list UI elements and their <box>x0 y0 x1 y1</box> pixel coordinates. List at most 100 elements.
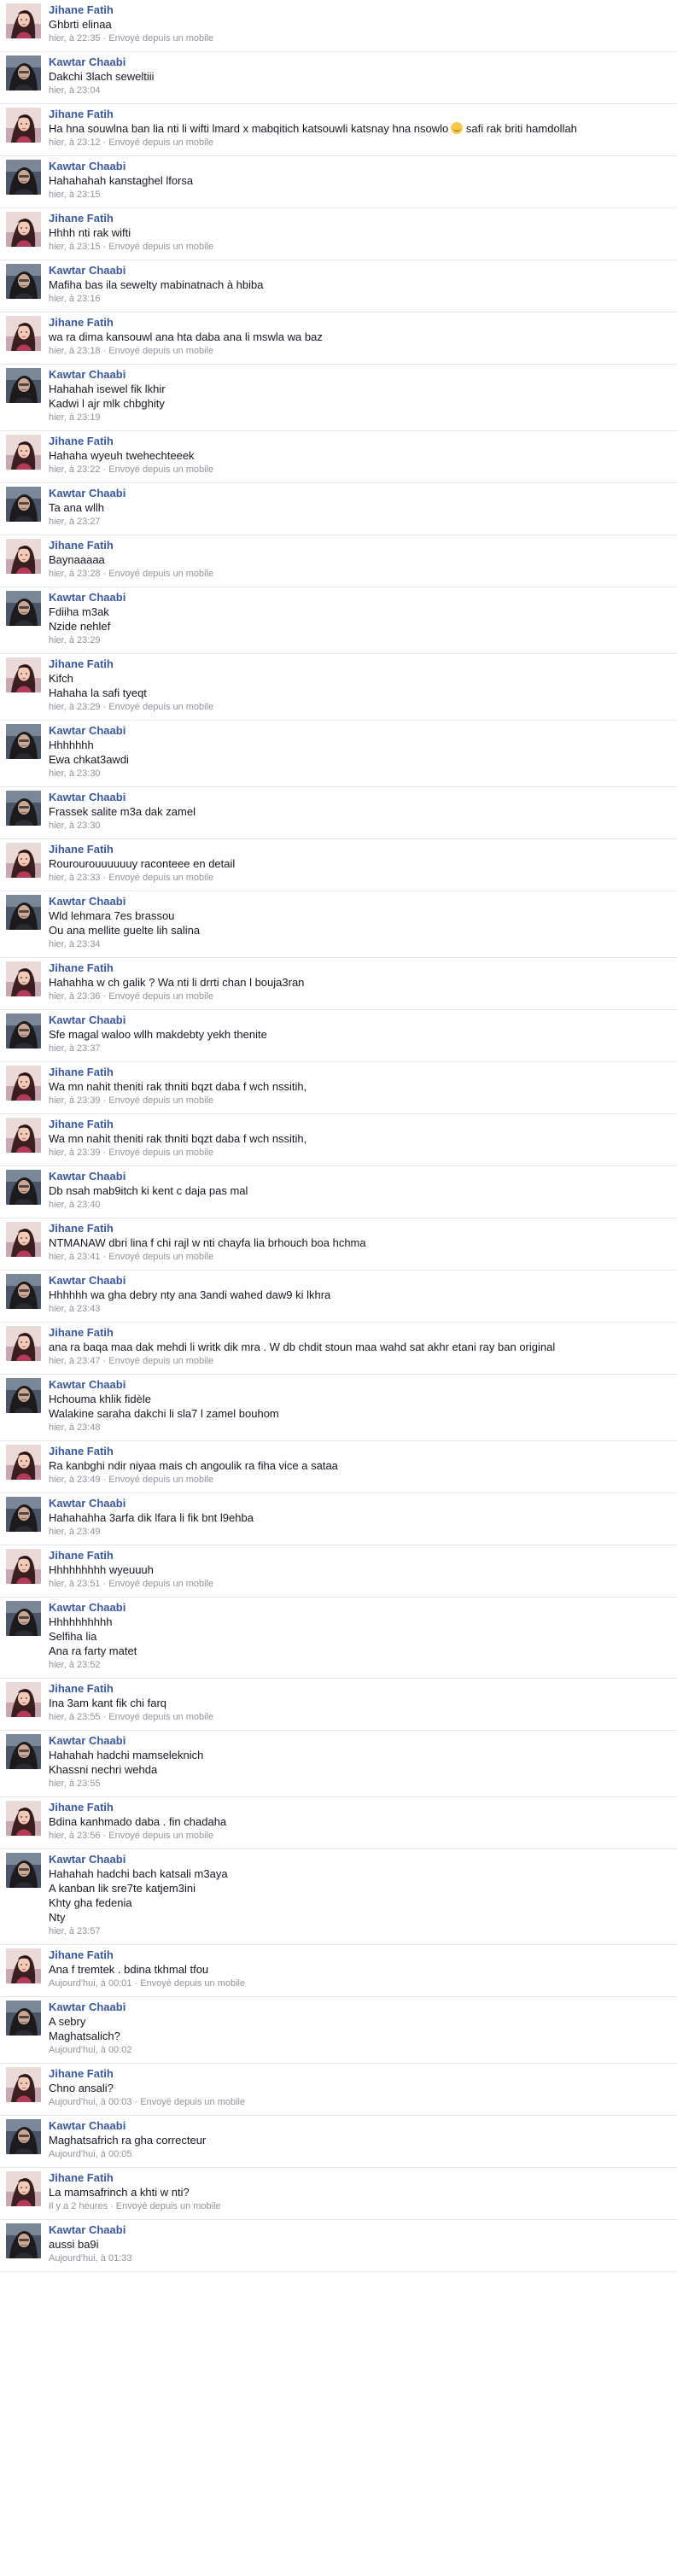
avatar-jihane[interactable] <box>6 1118 41 1153</box>
message-timestamp[interactable]: hier, à 23:28 <box>49 569 101 579</box>
author-name[interactable]: Jihane Fatih <box>49 108 670 121</box>
author-name[interactable]: Kawtar Chaabi <box>49 1497 670 1510</box>
author-name[interactable]: Kawtar Chaabi <box>49 487 670 500</box>
message-timestamp[interactable]: hier, à 23:30 <box>49 768 101 779</box>
message-timestamp[interactable]: hier, à 23:27 <box>49 517 101 527</box>
author-name[interactable]: Jihane Fatih <box>49 1801 670 1814</box>
message-timestamp[interactable]: hier, à 23:52 <box>49 1660 101 1670</box>
message-timestamp[interactable]: hier, à 23:43 <box>49 1304 101 1314</box>
message-timestamp[interactable]: hier, à 23:18 <box>49 346 101 356</box>
author-name[interactable]: Jihane Fatih <box>49 1326 670 1340</box>
avatar-jihane[interactable] <box>6 1948 41 1983</box>
avatar-kawtar[interactable] <box>6 1497 41 1532</box>
message-timestamp[interactable]: hier, à 23:49 <box>49 1475 101 1485</box>
author-name[interactable]: Jihane Fatih <box>49 539 670 552</box>
author-name[interactable]: Kawtar Chaabi <box>49 1378 670 1392</box>
avatar-kawtar[interactable] <box>6 895 41 930</box>
message-timestamp[interactable]: hier, à 23:55 <box>49 1712 101 1722</box>
author-name[interactable]: Jihane Fatih <box>49 1118 670 1131</box>
avatar-jihane[interactable] <box>6 961 41 996</box>
message-timestamp[interactable]: hier, à 23:04 <box>49 85 101 96</box>
message-timestamp[interactable]: hier, à 23:40 <box>49 1200 101 1210</box>
avatar-jihane[interactable] <box>6 1066 41 1101</box>
author-name[interactable]: Kawtar Chaabi <box>49 368 670 382</box>
avatar-jihane[interactable] <box>6 435 41 470</box>
message-timestamp[interactable]: hier, à 23:15 <box>49 242 101 252</box>
avatar-jihane[interactable] <box>6 1222 41 1257</box>
avatar-kawtar[interactable] <box>6 2223 41 2258</box>
message-timestamp[interactable]: hier, à 23:29 <box>49 635 101 645</box>
message-timestamp[interactable]: Aujourd'hui, à 00:03 <box>49 2097 132 2107</box>
message-timestamp[interactable]: hier, à 23:33 <box>49 873 101 883</box>
avatar-jihane[interactable] <box>6 1445 41 1480</box>
message-timestamp[interactable]: Aujourd'hui, à 01:33 <box>49 2253 132 2263</box>
avatar-kawtar[interactable] <box>6 791 41 826</box>
avatar-jihane[interactable] <box>6 1682 41 1717</box>
author-name[interactable]: Jihane Fatih <box>49 3 670 17</box>
avatar-kawtar[interactable] <box>6 55 41 91</box>
avatar-kawtar[interactable] <box>6 368 41 403</box>
avatar-jihane[interactable] <box>6 3 41 38</box>
author-name[interactable]: Jihane Fatih <box>49 1222 670 1235</box>
avatar-jihane[interactable] <box>6 1801 41 1836</box>
author-name[interactable]: Jihane Fatih <box>49 1445 670 1458</box>
avatar-jihane[interactable] <box>6 316 41 351</box>
author-name[interactable]: Kawtar Chaabi <box>49 55 670 69</box>
author-name[interactable]: Kawtar Chaabi <box>49 724 670 738</box>
author-name[interactable]: Jihane Fatih <box>49 1948 670 1962</box>
author-name[interactable]: Jihane Fatih <box>49 2067 670 2081</box>
message-timestamp[interactable]: hier, à 23:12 <box>49 137 101 148</box>
message-timestamp[interactable]: hier, à 23:56 <box>49 1831 101 1841</box>
message-timestamp[interactable]: Aujourd'hui, à 00:01 <box>49 1978 132 1989</box>
avatar-jihane[interactable] <box>6 539 41 574</box>
message-timestamp[interactable]: hier, à 23:57 <box>49 1926 101 1936</box>
message-timestamp[interactable]: hier, à 23:30 <box>49 821 101 831</box>
author-name[interactable]: Kawtar Chaabi <box>49 895 670 908</box>
avatar-jihane[interactable] <box>6 843 41 878</box>
avatar-jihane[interactable] <box>6 1549 41 1584</box>
avatar-jihane[interactable] <box>6 2067 41 2102</box>
avatar-kawtar[interactable] <box>6 724 41 759</box>
message-timestamp[interactable]: hier, à 23:16 <box>49 294 101 304</box>
message-timestamp[interactable]: hier, à 23:49 <box>49 1527 101 1537</box>
avatar-kawtar[interactable] <box>6 1170 41 1205</box>
message-timestamp[interactable]: hier, à 23:48 <box>49 1422 101 1433</box>
message-timestamp[interactable]: Il y a 2 heures <box>49 2201 108 2211</box>
avatar-kawtar[interactable] <box>6 487 41 522</box>
message-timestamp[interactable]: hier, à 23:51 <box>49 1579 101 1589</box>
avatar-kawtar[interactable] <box>6 1274 41 1309</box>
author-name[interactable]: Jihane Fatih <box>49 212 670 225</box>
avatar-kawtar[interactable] <box>6 160 41 195</box>
author-name[interactable]: Jihane Fatih <box>49 961 670 975</box>
author-name[interactable]: Kawtar Chaabi <box>49 2223 670 2237</box>
avatar-kawtar[interactable] <box>6 2119 41 2154</box>
author-name[interactable]: Kawtar Chaabi <box>49 591 670 605</box>
author-name[interactable]: Jihane Fatih <box>49 1549 670 1563</box>
avatar-jihane[interactable] <box>6 657 41 692</box>
avatar-kawtar[interactable] <box>6 1378 41 1413</box>
avatar-jihane[interactable] <box>6 108 41 143</box>
author-name[interactable]: Jihane Fatih <box>49 843 670 856</box>
author-name[interactable]: Jihane Fatih <box>49 1682 670 1696</box>
message-timestamp[interactable]: Aujourd'hui, à 00:02 <box>49 2045 132 2055</box>
author-name[interactable]: Jihane Fatih <box>49 435 670 448</box>
message-timestamp[interactable]: hier, à 23:19 <box>49 412 101 423</box>
author-name[interactable]: Kawtar Chaabi <box>49 160 670 173</box>
author-name[interactable]: Kawtar Chaabi <box>49 1274 670 1288</box>
message-timestamp[interactable]: hier, à 23:34 <box>49 939 101 949</box>
avatar-jihane[interactable] <box>6 1326 41 1361</box>
author-name[interactable]: Kawtar Chaabi <box>49 1170 670 1183</box>
avatar-kawtar[interactable] <box>6 591 41 626</box>
author-name[interactable]: Kawtar Chaabi <box>49 1013 670 1027</box>
message-timestamp[interactable]: Aujourd'hui, à 00:05 <box>49 2149 132 2159</box>
avatar-kawtar[interactable] <box>6 1853 41 1888</box>
avatar-kawtar[interactable] <box>6 1601 41 1636</box>
author-name[interactable]: Kawtar Chaabi <box>49 791 670 804</box>
message-timestamp[interactable]: hier, à 23:37 <box>49 1043 101 1054</box>
message-timestamp[interactable]: hier, à 23:55 <box>49 1779 101 1789</box>
avatar-kawtar[interactable] <box>6 264 41 299</box>
message-timestamp[interactable]: hier, à 23:39 <box>49 1148 101 1158</box>
author-name[interactable]: Jihane Fatih <box>49 657 670 671</box>
author-name[interactable]: Kawtar Chaabi <box>49 1601 670 1615</box>
message-timestamp[interactable]: hier, à 23:29 <box>49 702 101 712</box>
